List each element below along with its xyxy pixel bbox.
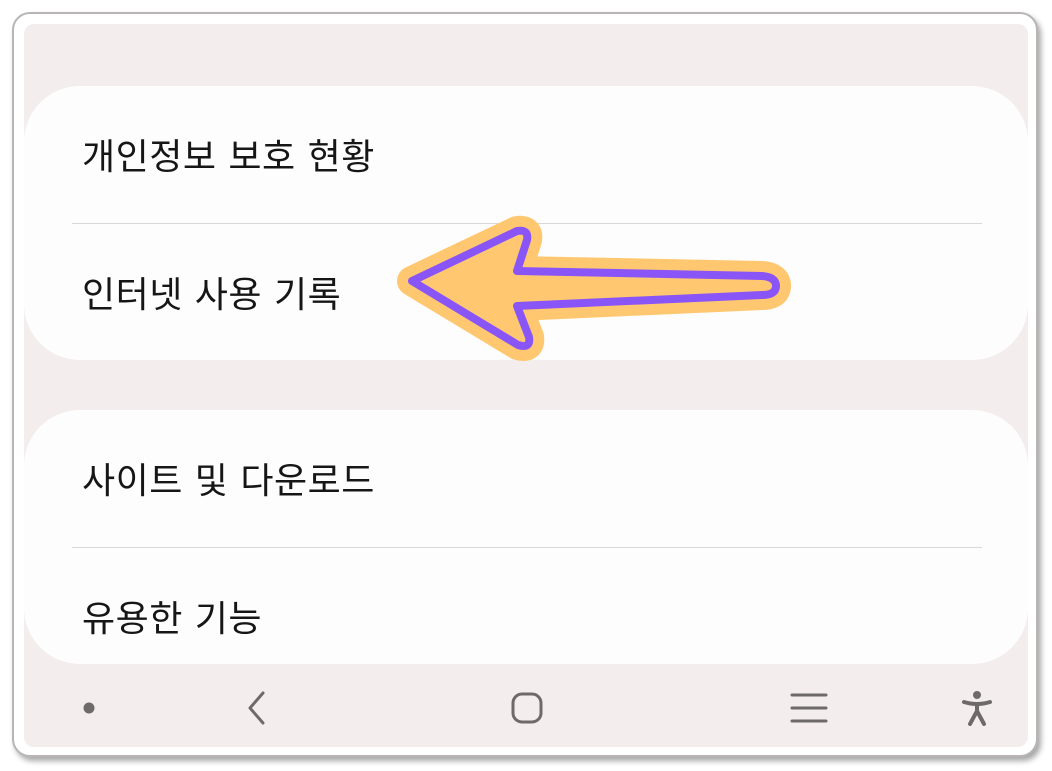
recents-icon[interactable] [774,676,844,740]
menu-item-label: 인터넷 사용 기록 [82,275,342,316]
menu-item-label: 유용한 기능 [82,599,263,640]
home-icon[interactable] [492,676,562,740]
menu-item-sites-downloads[interactable]: 사이트 및 다운로드 [24,410,1028,546]
menu-item-privacy-status[interactable]: 개인정보 보호 현황 [24,86,1028,222]
navigation-bar [24,676,1028,747]
menu-item-useful-features[interactable]: 유용한 기능 [24,548,1028,664]
settings-screen: 개인정보 보호 현황 인터넷 사용 기록 사이트 및 다운로드 유용한 기능 [24,24,1028,747]
settings-group-privacy: 개인정보 보호 현황 인터넷 사용 기록 [24,86,1028,360]
settings-group-sites: 사이트 및 다운로드 유용한 기능 [24,410,1028,664]
accessibility-icon[interactable] [942,676,1012,740]
back-icon[interactable] [222,676,292,740]
dot-icon[interactable] [54,676,124,740]
menu-item-label: 사이트 및 다운로드 [82,461,375,502]
menu-item-internet-history[interactable]: 인터넷 사용 기록 [24,224,1028,360]
menu-item-label: 개인정보 보호 현황 [82,137,375,178]
screenshot-frame: 개인정보 보호 현황 인터넷 사용 기록 사이트 및 다운로드 유용한 기능 [12,12,1038,757]
